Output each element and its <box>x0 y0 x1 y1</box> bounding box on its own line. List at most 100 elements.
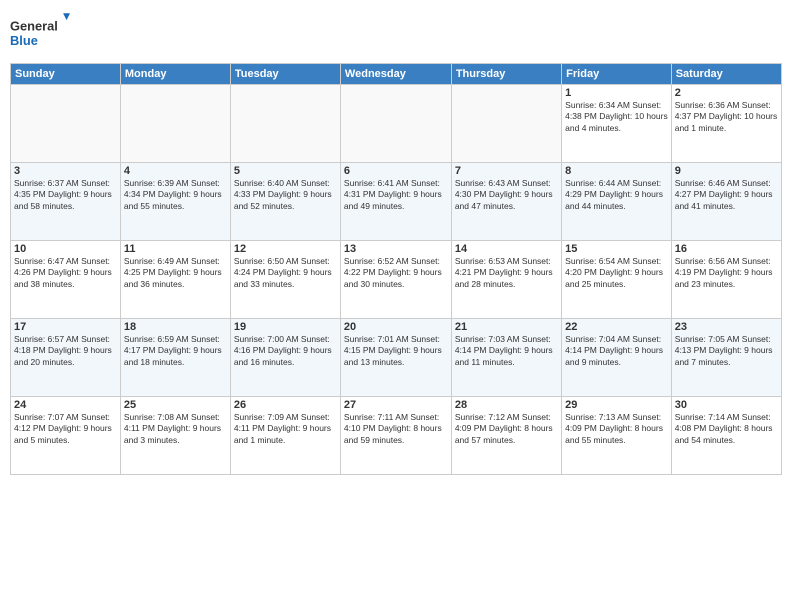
weekday-header-monday: Monday <box>120 64 230 85</box>
calendar-cell: 24Sunrise: 7:07 AM Sunset: 4:12 PM Dayli… <box>11 397 121 475</box>
day-info: Sunrise: 6:34 AM Sunset: 4:38 PM Dayligh… <box>565 100 668 134</box>
day-number: 6 <box>344 165 448 177</box>
day-info: Sunrise: 7:08 AM Sunset: 4:11 PM Dayligh… <box>124 412 227 446</box>
calendar-cell: 29Sunrise: 7:13 AM Sunset: 4:09 PM Dayli… <box>562 397 672 475</box>
weekday-header-thursday: Thursday <box>451 64 561 85</box>
calendar-week-row: 24Sunrise: 7:07 AM Sunset: 4:12 PM Dayli… <box>11 397 782 475</box>
day-number: 1 <box>565 87 668 99</box>
day-number: 21 <box>455 321 558 333</box>
day-number: 5 <box>234 165 337 177</box>
calendar-cell: 6Sunrise: 6:41 AM Sunset: 4:31 PM Daylig… <box>340 163 451 241</box>
day-number: 25 <box>124 399 227 411</box>
calendar-cell: 13Sunrise: 6:52 AM Sunset: 4:22 PM Dayli… <box>340 241 451 319</box>
logo: General Blue <box>10 10 70 55</box>
header: General Blue <box>10 10 782 55</box>
calendar-cell: 27Sunrise: 7:11 AM Sunset: 4:10 PM Dayli… <box>340 397 451 475</box>
day-info: Sunrise: 6:41 AM Sunset: 4:31 PM Dayligh… <box>344 178 448 212</box>
calendar-cell: 28Sunrise: 7:12 AM Sunset: 4:09 PM Dayli… <box>451 397 561 475</box>
day-number: 2 <box>675 87 778 99</box>
calendar-cell: 16Sunrise: 6:56 AM Sunset: 4:19 PM Dayli… <box>671 241 781 319</box>
day-info: Sunrise: 6:57 AM Sunset: 4:18 PM Dayligh… <box>14 334 117 368</box>
day-number: 26 <box>234 399 337 411</box>
calendar-cell: 12Sunrise: 6:50 AM Sunset: 4:24 PM Dayli… <box>230 241 340 319</box>
calendar-cell: 10Sunrise: 6:47 AM Sunset: 4:26 PM Dayli… <box>11 241 121 319</box>
day-info: Sunrise: 6:53 AM Sunset: 4:21 PM Dayligh… <box>455 256 558 290</box>
day-info: Sunrise: 7:11 AM Sunset: 4:10 PM Dayligh… <box>344 412 448 446</box>
calendar-table: SundayMondayTuesdayWednesdayThursdayFrid… <box>10 63 782 475</box>
calendar-cell: 5Sunrise: 6:40 AM Sunset: 4:33 PM Daylig… <box>230 163 340 241</box>
day-info: Sunrise: 7:12 AM Sunset: 4:09 PM Dayligh… <box>455 412 558 446</box>
main-container: General Blue SundayMondayTuesdayWednesda… <box>0 0 792 480</box>
calendar-cell: 19Sunrise: 7:00 AM Sunset: 4:16 PM Dayli… <box>230 319 340 397</box>
day-number: 20 <box>344 321 448 333</box>
day-number: 7 <box>455 165 558 177</box>
day-number: 19 <box>234 321 337 333</box>
day-info: Sunrise: 7:09 AM Sunset: 4:11 PM Dayligh… <box>234 412 337 446</box>
day-info: Sunrise: 6:37 AM Sunset: 4:35 PM Dayligh… <box>14 178 117 212</box>
weekday-header-tuesday: Tuesday <box>230 64 340 85</box>
day-number: 29 <box>565 399 668 411</box>
calendar-cell: 11Sunrise: 6:49 AM Sunset: 4:25 PM Dayli… <box>120 241 230 319</box>
day-number: 3 <box>14 165 117 177</box>
day-number: 9 <box>675 165 778 177</box>
day-info: Sunrise: 7:03 AM Sunset: 4:14 PM Dayligh… <box>455 334 558 368</box>
logo-svg: General Blue <box>10 10 70 55</box>
day-info: Sunrise: 6:47 AM Sunset: 4:26 PM Dayligh… <box>14 256 117 290</box>
day-number: 8 <box>565 165 668 177</box>
day-number: 14 <box>455 243 558 255</box>
calendar-cell: 8Sunrise: 6:44 AM Sunset: 4:29 PM Daylig… <box>562 163 672 241</box>
calendar-week-row: 17Sunrise: 6:57 AM Sunset: 4:18 PM Dayli… <box>11 319 782 397</box>
day-info: Sunrise: 6:54 AM Sunset: 4:20 PM Dayligh… <box>565 256 668 290</box>
calendar-cell: 21Sunrise: 7:03 AM Sunset: 4:14 PM Dayli… <box>451 319 561 397</box>
day-info: Sunrise: 7:13 AM Sunset: 4:09 PM Dayligh… <box>565 412 668 446</box>
day-number: 22 <box>565 321 668 333</box>
day-number: 11 <box>124 243 227 255</box>
calendar-cell <box>230 85 340 163</box>
day-info: Sunrise: 7:04 AM Sunset: 4:14 PM Dayligh… <box>565 334 668 368</box>
day-number: 10 <box>14 243 117 255</box>
calendar-cell: 4Sunrise: 6:39 AM Sunset: 4:34 PM Daylig… <box>120 163 230 241</box>
day-number: 28 <box>455 399 558 411</box>
day-info: Sunrise: 6:56 AM Sunset: 4:19 PM Dayligh… <box>675 256 778 290</box>
calendar-cell <box>340 85 451 163</box>
calendar-cell: 23Sunrise: 7:05 AM Sunset: 4:13 PM Dayli… <box>671 319 781 397</box>
day-info: Sunrise: 6:50 AM Sunset: 4:24 PM Dayligh… <box>234 256 337 290</box>
day-number: 17 <box>14 321 117 333</box>
calendar-cell <box>11 85 121 163</box>
svg-text:Blue: Blue <box>10 33 38 48</box>
day-number: 27 <box>344 399 448 411</box>
day-info: Sunrise: 6:52 AM Sunset: 4:22 PM Dayligh… <box>344 256 448 290</box>
calendar-cell: 18Sunrise: 6:59 AM Sunset: 4:17 PM Dayli… <box>120 319 230 397</box>
day-number: 4 <box>124 165 227 177</box>
day-info: Sunrise: 6:44 AM Sunset: 4:29 PM Dayligh… <box>565 178 668 212</box>
day-info: Sunrise: 6:39 AM Sunset: 4:34 PM Dayligh… <box>124 178 227 212</box>
calendar-cell: 15Sunrise: 6:54 AM Sunset: 4:20 PM Dayli… <box>562 241 672 319</box>
calendar-cell: 7Sunrise: 6:43 AM Sunset: 4:30 PM Daylig… <box>451 163 561 241</box>
day-info: Sunrise: 6:49 AM Sunset: 4:25 PM Dayligh… <box>124 256 227 290</box>
calendar-cell: 1Sunrise: 6:34 AM Sunset: 4:38 PM Daylig… <box>562 85 672 163</box>
day-info: Sunrise: 6:36 AM Sunset: 4:37 PM Dayligh… <box>675 100 778 134</box>
day-info: Sunrise: 6:40 AM Sunset: 4:33 PM Dayligh… <box>234 178 337 212</box>
day-info: Sunrise: 6:46 AM Sunset: 4:27 PM Dayligh… <box>675 178 778 212</box>
calendar-cell: 30Sunrise: 7:14 AM Sunset: 4:08 PM Dayli… <box>671 397 781 475</box>
day-number: 16 <box>675 243 778 255</box>
day-number: 23 <box>675 321 778 333</box>
day-info: Sunrise: 6:59 AM Sunset: 4:17 PM Dayligh… <box>124 334 227 368</box>
day-number: 15 <box>565 243 668 255</box>
weekday-header-friday: Friday <box>562 64 672 85</box>
day-info: Sunrise: 7:01 AM Sunset: 4:15 PM Dayligh… <box>344 334 448 368</box>
day-info: Sunrise: 7:07 AM Sunset: 4:12 PM Dayligh… <box>14 412 117 446</box>
weekday-header-wednesday: Wednesday <box>340 64 451 85</box>
day-number: 13 <box>344 243 448 255</box>
day-number: 18 <box>124 321 227 333</box>
calendar-cell: 26Sunrise: 7:09 AM Sunset: 4:11 PM Dayli… <box>230 397 340 475</box>
calendar-cell: 20Sunrise: 7:01 AM Sunset: 4:15 PM Dayli… <box>340 319 451 397</box>
day-number: 30 <box>675 399 778 411</box>
calendar-cell <box>451 85 561 163</box>
svg-text:General: General <box>10 18 58 33</box>
calendar-header-row: SundayMondayTuesdayWednesdayThursdayFrid… <box>11 64 782 85</box>
day-number: 12 <box>234 243 337 255</box>
calendar-cell: 2Sunrise: 6:36 AM Sunset: 4:37 PM Daylig… <box>671 85 781 163</box>
weekday-header-saturday: Saturday <box>671 64 781 85</box>
calendar-cell: 25Sunrise: 7:08 AM Sunset: 4:11 PM Dayli… <box>120 397 230 475</box>
